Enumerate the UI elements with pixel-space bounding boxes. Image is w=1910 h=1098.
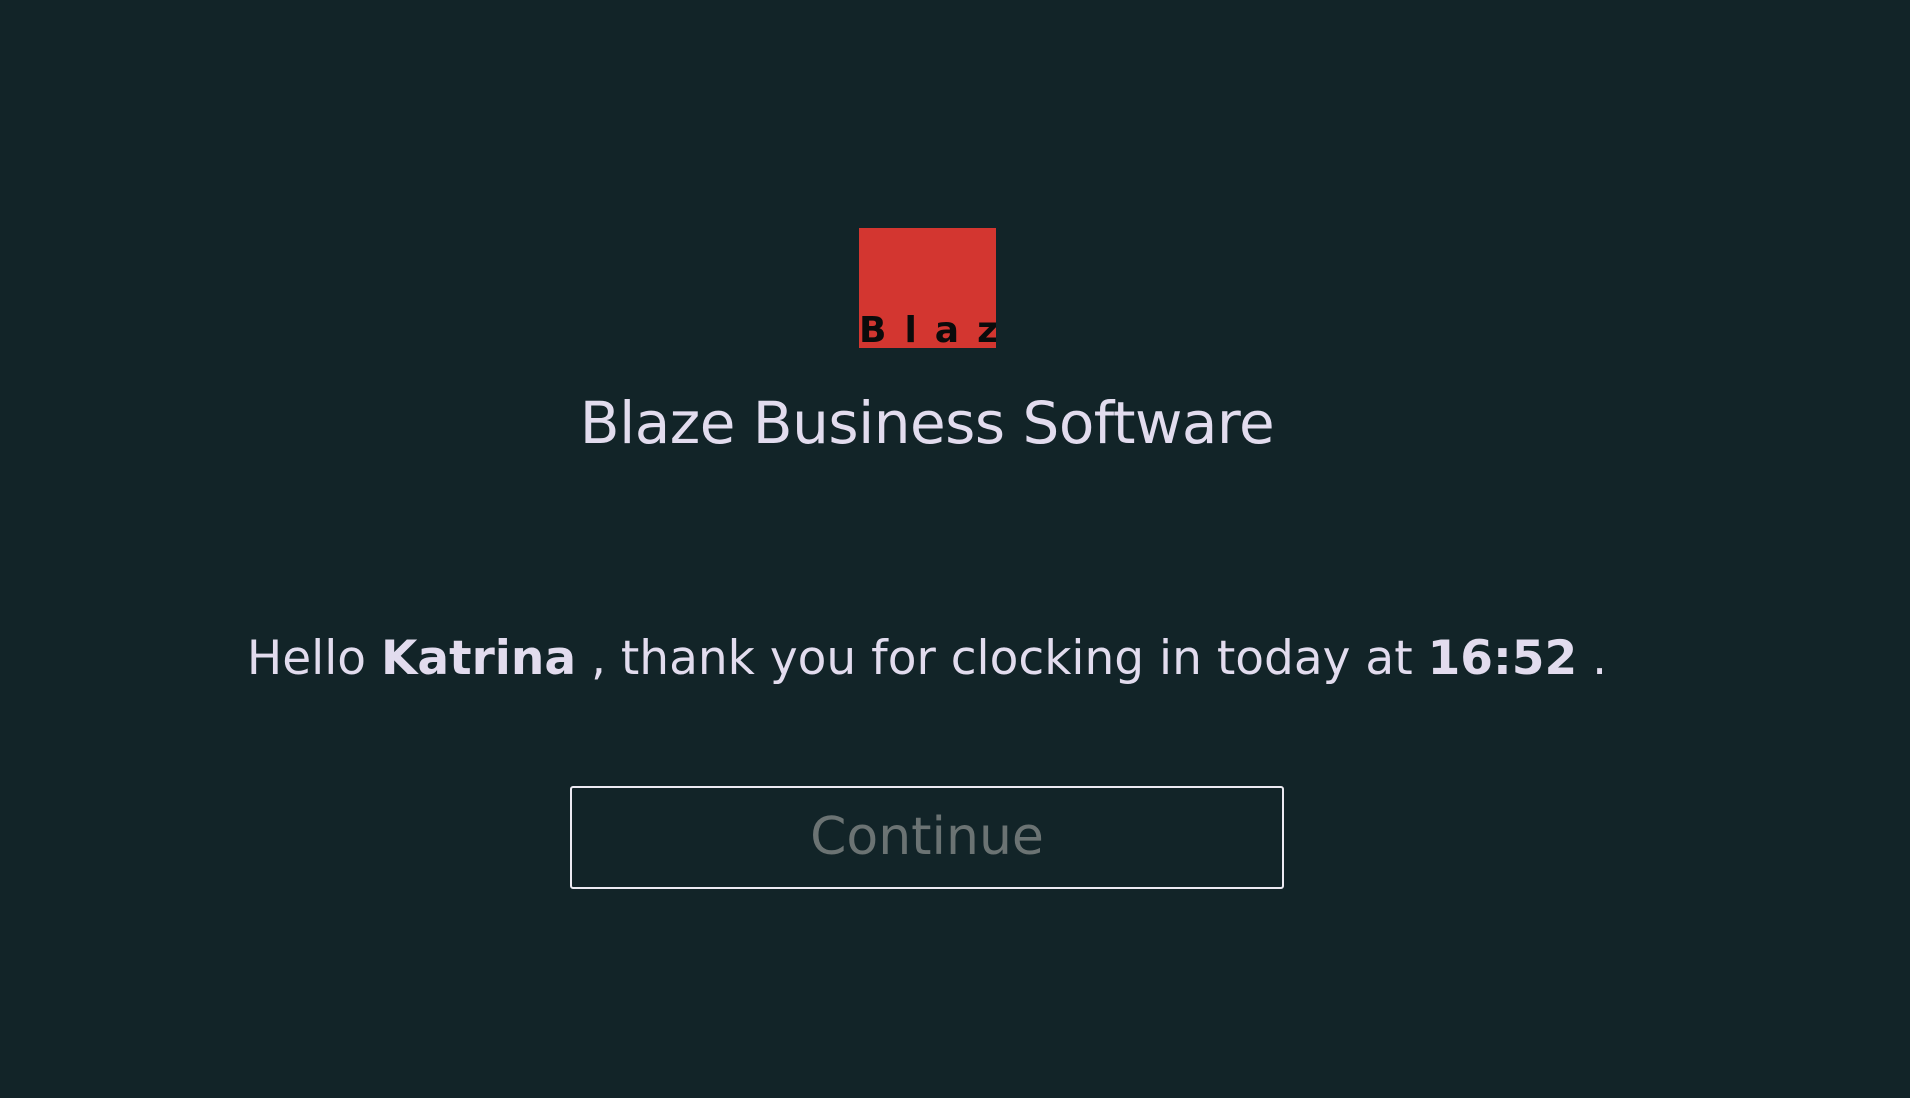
clock-in-confirmation-screen: Blaze Blaze Business Software Hello Katr… — [0, 0, 1910, 1098]
clock-in-message: Hello Katrina , thank you for clocking i… — [0, 624, 1854, 694]
logo-text: Blaze — [859, 310, 996, 349]
greeting-prefix: Hello — [246, 631, 367, 686]
app-title: Blaze Business Software — [579, 389, 1275, 457]
blaze-logo: Blaze — [859, 228, 996, 348]
continue-button[interactable]: Continue — [570, 786, 1284, 889]
greeting-suffix: . — [1592, 631, 1608, 686]
greeting-middle: , thank you for clocking in today at — [591, 631, 1413, 686]
employee-name: Katrina — [380, 631, 577, 686]
clock-in-time: 16:52 — [1427, 631, 1578, 686]
